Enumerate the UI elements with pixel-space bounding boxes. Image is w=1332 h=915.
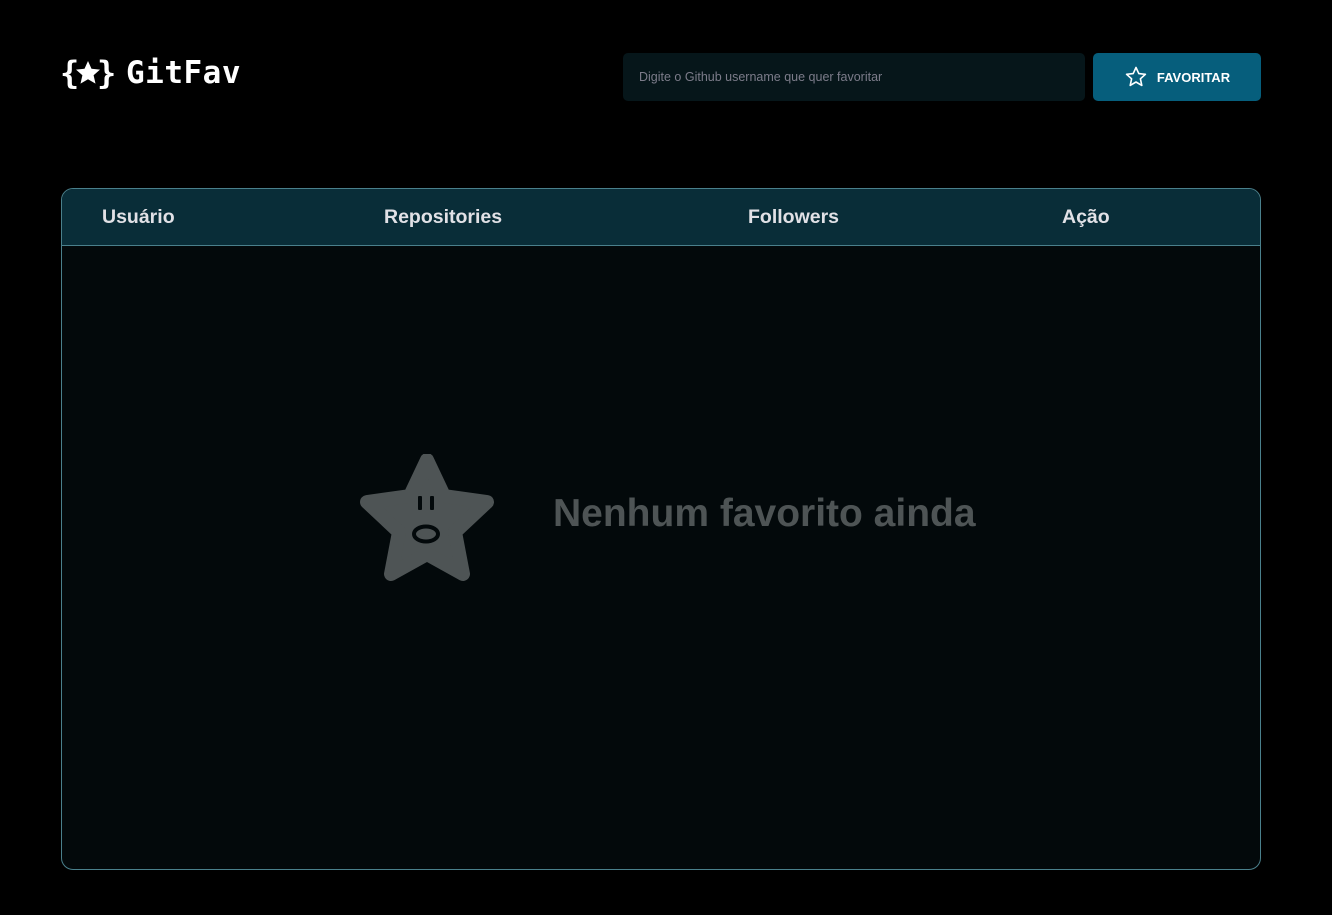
column-header-repositories: Repositories	[384, 206, 503, 228]
star-outline-icon	[1125, 66, 1147, 87]
search-input[interactable]	[623, 53, 1085, 101]
svg-text:{: {	[60, 54, 79, 92]
app: { } GitFav FAVORITAR Usuário Repositorie…	[0, 0, 1332, 915]
favorite-button-label: FAVORITAR	[1156, 69, 1231, 85]
logo-text: GitFav	[126, 55, 241, 91]
logo[interactable]: { } GitFav	[60, 54, 241, 92]
braces-star-icon: { }	[60, 54, 116, 92]
column-header-user: Usuário	[102, 206, 175, 228]
empty-state-message: Nenhum favorito ainda	[553, 492, 976, 535]
column-header-action: Ação	[1062, 206, 1110, 228]
empty-state: Nenhum favorito ainda	[62, 246, 1260, 869]
column-header-followers: Followers	[748, 206, 840, 228]
table-header: Usuário Repositories Followers Ação	[62, 189, 1260, 246]
svg-text:}: }	[97, 54, 116, 92]
surprised-star-icon	[360, 454, 494, 581]
favorites-table: Usuário Repositories Followers Ação Nenh…	[61, 188, 1261, 870]
favorite-button[interactable]: FAVORITAR	[1093, 53, 1261, 101]
